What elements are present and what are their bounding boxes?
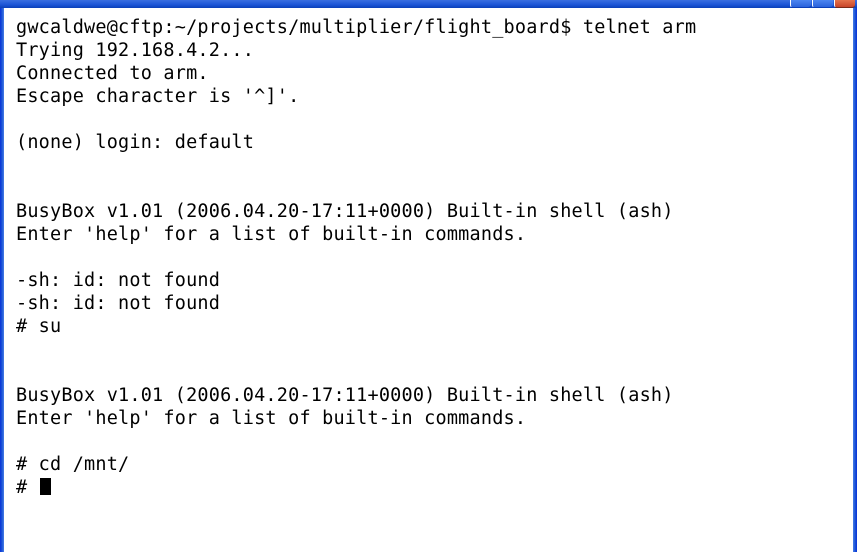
terminal-line: -sh: id: not found <box>16 293 221 314</box>
terminal-line: (none) login: default <box>16 132 255 153</box>
terminal-line: -sh: id: not found <box>16 270 221 291</box>
terminal-line: gwcaldwe@cftp:~/projects/multiplier/flig… <box>16 17 697 38</box>
telnet-window: gwcaldwe@cftp:~/projects/multiplier/flig… <box>0 0 857 552</box>
terminal-prompt-line[interactable]: # <box>16 477 51 499</box>
close-button[interactable] <box>834 0 855 8</box>
terminal-line: Trying 192.168.4.2... <box>16 40 255 61</box>
maximize-button[interactable] <box>812 0 833 8</box>
prompt-text: # <box>16 477 39 498</box>
terminal-line: Connected to arm. <box>16 63 209 84</box>
terminal-line: Enter 'help' for a list of built-in comm… <box>16 224 527 245</box>
window-frame-left <box>0 8 4 552</box>
terminal-line: Enter 'help' for a list of built-in comm… <box>16 408 527 429</box>
minimize-button[interactable] <box>790 0 811 8</box>
terminal-line: BusyBox v1.01 (2006.04.20-17:11+0000) Bu… <box>16 385 674 406</box>
terminal-line: # su <box>16 316 62 337</box>
terminal-line: # cd /mnt/ <box>16 454 130 475</box>
title-bar[interactable] <box>0 0 857 8</box>
text-cursor <box>39 478 51 495</box>
terminal-line: BusyBox v1.01 (2006.04.20-17:11+0000) Bu… <box>16 201 674 222</box>
terminal-line: Escape character is '^]'. <box>16 86 300 107</box>
terminal-console[interactable]: gwcaldwe@cftp:~/projects/multiplier/flig… <box>8 14 843 546</box>
window-frame-right <box>853 8 857 552</box>
